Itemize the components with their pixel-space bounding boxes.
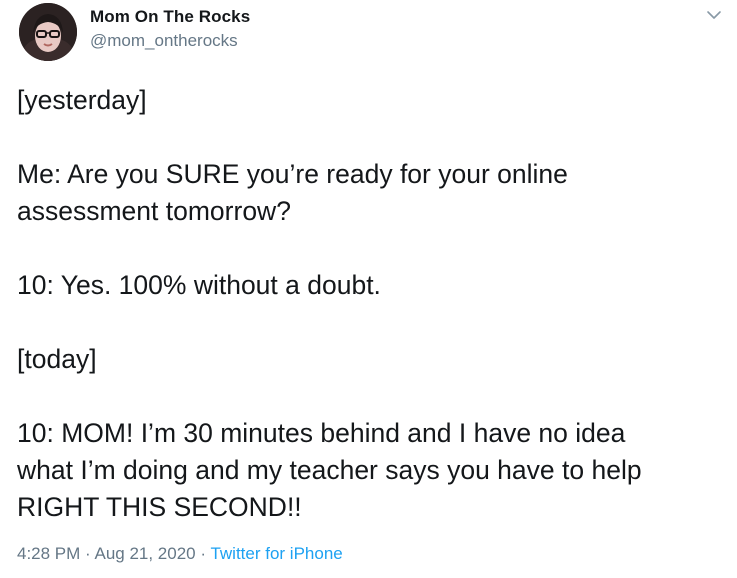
tweet-line: Me: Are you SURE you’re ready for your o… [17, 159, 568, 189]
tweet-text: [yesterday] Me: Are you SURE you’re read… [17, 82, 722, 526]
meta-separator: · [195, 544, 211, 563]
tweet-line: [yesterday] [17, 85, 147, 115]
display-name[interactable]: Mom On The Rocks [90, 7, 250, 27]
tweet-source-link[interactable]: Twitter for iPhone [210, 544, 342, 563]
tweet-line: [today] [17, 344, 97, 374]
meta-separator: · [80, 544, 95, 563]
tweet-card: Mom On The Rocks @mom_ontherocks [yester… [0, 0, 737, 578]
tweet-line: 10: Yes. 100% without a doubt. [17, 270, 381, 300]
chevron-down-icon[interactable] [703, 6, 725, 24]
tweet-line: what I’m doing and my teacher says you h… [17, 455, 642, 485]
tweet-date[interactable]: Aug 21, 2020 [94, 544, 195, 563]
tweet-line: RIGHT THIS SECOND!! [17, 492, 302, 522]
tweet-time[interactable]: 4:28 PM [17, 544, 80, 563]
avatar-image [19, 3, 77, 61]
author-block[interactable]: Mom On The Rocks @mom_ontherocks [90, 7, 250, 52]
tweet-line: assessment tomorrow? [17, 196, 291, 226]
tweet-line: 10: MOM! I’m 30 minutes behind and I hav… [17, 418, 626, 448]
avatar[interactable] [19, 3, 77, 61]
tweet-meta: 4:28 PM · Aug 21, 2020 · Twitter for iPh… [17, 543, 343, 565]
user-handle[interactable]: @mom_ontherocks [90, 30, 250, 52]
